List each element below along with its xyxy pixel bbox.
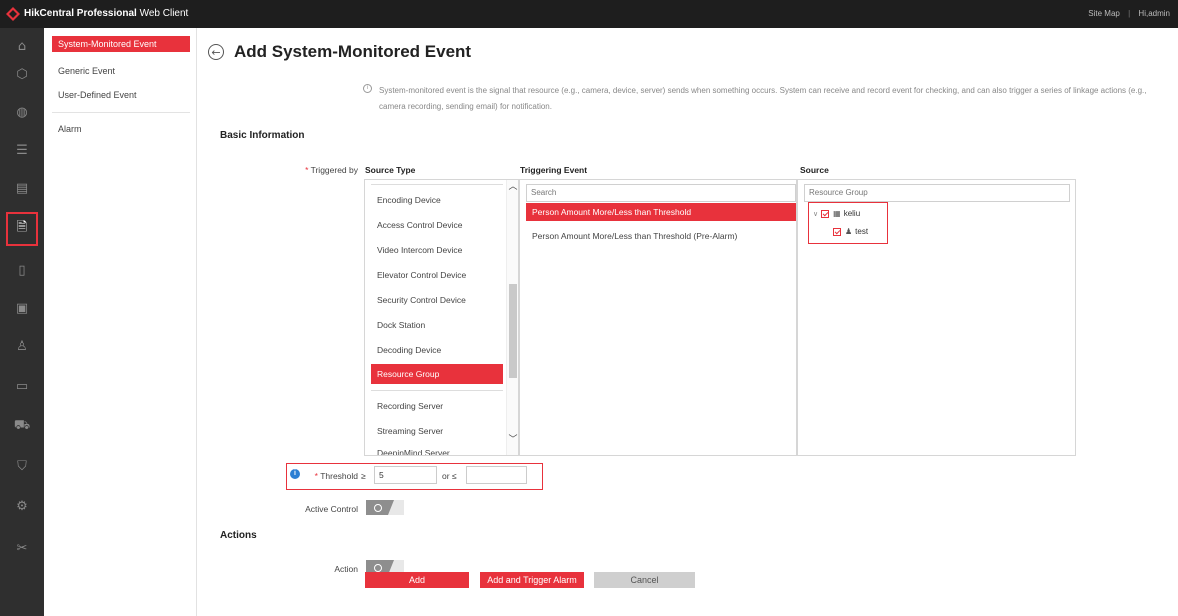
source-type-item-selected[interactable]: Resource Group <box>371 364 503 384</box>
info-description: System-monitored event is the signal tha… <box>379 86 1147 111</box>
list-divider <box>371 184 503 185</box>
source-type-item[interactable]: Recording Server <box>371 396 503 416</box>
tree-node-root[interactable]: ∨ ▦ keliu <box>813 209 860 218</box>
source-tree: ∨ ▦ keliu ♟ test <box>808 202 888 244</box>
icon-rail: ⌂ ⬡ ◍ ☰ ▤ 🗎 ▯ ▣ ♙ ▭ ⛟ ⛉ ⚙ ✂ <box>0 28 44 616</box>
site-map-link[interactable]: Site Map <box>1088 9 1120 18</box>
scroll-up-icon[interactable]: ︿ <box>508 182 518 192</box>
source-type-header: Source Type <box>365 165 416 175</box>
source-type-item[interactable]: Security Control Device <box>371 290 503 310</box>
actions-heading: Actions <box>220 530 257 541</box>
tools-icon[interactable]: ✂ <box>14 540 30 556</box>
event-search-input[interactable]: Search <box>526 184 796 202</box>
scroll-down-icon[interactable]: ﹀ <box>508 435 518 445</box>
active-control-toggle[interactable] <box>366 500 404 515</box>
cancel-button[interactable]: Cancel <box>594 572 695 588</box>
scroll-thumb[interactable] <box>509 284 517 378</box>
back-arrow-icon[interactable]: ← <box>208 44 224 60</box>
source-type-item[interactable]: Streaming Server <box>371 421 503 441</box>
checkbox-checked-icon[interactable] <box>821 209 830 218</box>
triggered-by-label: * Triggered by <box>305 165 358 175</box>
building-icon: ▦ <box>833 209 841 218</box>
source-type-item[interactable]: DeepinMind Server <box>371 446 503 455</box>
add-and-trigger-alarm-button[interactable]: Add and Trigger Alarm <box>480 572 584 588</box>
event-item-selected[interactable]: Person Amount More/Less than Threshold <box>526 203 796 221</box>
source-header: Source <box>800 165 829 175</box>
person-icon: ♟ <box>845 227 853 236</box>
hikcentral-logo-icon <box>6 7 20 21</box>
resource-icon[interactable]: ⬡ <box>14 66 30 82</box>
calendar-icon[interactable]: ▣ <box>14 300 30 316</box>
submenu-item-user-defined-event[interactable]: User-Defined Event <box>52 87 190 103</box>
globe-icon[interactable]: ◍ <box>14 104 30 120</box>
source-panel: Resource Group ∨ ▦ keliu ♟ test <box>797 179 1076 456</box>
server-icon[interactable]: ☰ <box>14 142 30 158</box>
active-control-label: Active Control <box>305 504 358 514</box>
list-divider <box>371 390 503 391</box>
threshold-label: * Threshold <box>314 471 358 481</box>
source-type-item[interactable]: Encoding Device <box>371 190 503 210</box>
threshold-info-icon[interactable]: i <box>290 469 300 479</box>
info-icon: i <box>363 84 372 93</box>
add-button[interactable]: Add <box>365 572 469 588</box>
settings-icon[interactable]: ⚙ <box>14 498 30 514</box>
source-type-list[interactable]: Encoding Device Access Control Device Vi… <box>364 179 519 456</box>
basic-information-heading: Basic Information <box>220 130 305 141</box>
vehicle-icon[interactable]: ⛟ <box>14 418 30 434</box>
app-title: HikCentral Professional Web Client <box>24 8 189 19</box>
threshold-min-input[interactable]: 5 <box>374 466 437 484</box>
source-type-item[interactable]: Decoding Device <box>371 340 503 360</box>
home-icon[interactable]: ⌂ <box>14 38 30 54</box>
submenu-divider <box>52 112 190 113</box>
top-bar: HikCentral Professional Web Client Site … <box>0 0 1178 28</box>
building-icon[interactable]: ▤ <box>14 180 30 196</box>
triggering-event-list: Search Person Amount More/Less than Thre… <box>519 179 797 456</box>
submenu-item-system-monitored-event[interactable]: System-Monitored Event <box>52 36 190 52</box>
action-label: Action <box>334 564 358 574</box>
ge-symbol: ≥ <box>361 471 366 481</box>
event-item[interactable]: Person Amount More/Less than Threshold (… <box>526 227 796 245</box>
topbar-separator: | <box>1128 9 1131 18</box>
source-type-item[interactable]: Access Control Device <box>371 215 503 235</box>
source-type-item[interactable]: Dock Station <box>371 315 503 335</box>
submenu-item-alarm[interactable]: Alarm <box>52 121 190 137</box>
source-search-input[interactable]: Resource Group <box>804 184 1070 202</box>
source-type-item[interactable]: Video Intercom Device <box>371 240 503 260</box>
tree-node-label: test <box>855 227 869 236</box>
event-submenu: System-Monitored Event Generic Event Use… <box>44 28 197 616</box>
card-icon[interactable]: ▭ <box>14 378 30 394</box>
page-title: Add System-Monitored Event <box>234 42 472 61</box>
submenu-item-generic-event[interactable]: Generic Event <box>52 63 190 79</box>
chevron-down-icon[interactable]: ∨ <box>813 210 818 218</box>
user-menu[interactable]: Hi,admin <box>1138 9 1170 18</box>
tree-node-child[interactable]: ♟ test <box>833 227 868 236</box>
main-content: ← Add System-Monitored Event i System-mo… <box>198 28 1178 616</box>
checkbox-checked-icon[interactable] <box>833 227 841 236</box>
shield-icon[interactable]: ⛉ <box>14 458 30 474</box>
source-type-item[interactable]: Elevator Control Device <box>371 265 503 285</box>
or-le-symbol: or ≤ <box>442 471 457 481</box>
tree-node-label: keliu <box>843 209 861 218</box>
event-config-icon[interactable]: 🗎 <box>6 212 38 246</box>
person-icon[interactable]: ♙ <box>14 338 30 354</box>
triggering-event-header: Triggering Event <box>520 165 588 175</box>
log-icon[interactable]: ▯ <box>14 262 30 278</box>
threshold-max-input[interactable] <box>466 466 527 484</box>
source-type-scrollbar[interactable]: ︿ ﹀ <box>506 180 518 455</box>
